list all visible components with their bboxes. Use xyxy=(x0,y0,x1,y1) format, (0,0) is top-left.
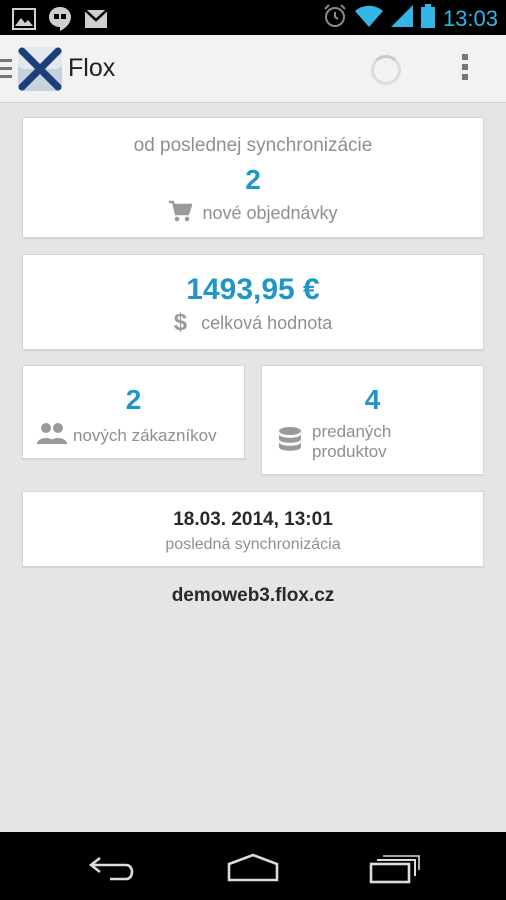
overflow-menu-icon[interactable] xyxy=(462,54,468,84)
products-count: 4 xyxy=(364,384,381,415)
clock: 13:03 xyxy=(442,5,498,31)
orders-caption: od poslednej synchronizácie xyxy=(133,135,373,156)
products-label-line1: predaných xyxy=(312,422,392,441)
hangouts-icon xyxy=(48,6,72,37)
dollar-icon: $ xyxy=(173,309,188,336)
recent-apps-icon[interactable] xyxy=(369,854,421,889)
alarm-icon xyxy=(323,4,347,33)
action-bar: Flox xyxy=(0,35,506,103)
back-icon[interactable] xyxy=(88,854,138,887)
users-icon xyxy=(37,422,67,449)
loading-spinner xyxy=(371,55,401,85)
new-orders-card[interactable]: od poslednej synchronizácie 2 nové objed… xyxy=(22,117,484,238)
cart-icon xyxy=(168,200,194,227)
navigation-drawer-icon[interactable] xyxy=(0,59,12,83)
gmail-icon xyxy=(84,9,108,34)
last-sync-card[interactable]: 18.03. 2014, 13:01 posledná synchronizác… xyxy=(22,491,484,567)
navigation-bar xyxy=(0,832,506,900)
sync-datetime: 18.03. 2014, 13:01 xyxy=(173,509,333,530)
total-amount: 1493,95 € xyxy=(186,273,320,306)
app-title: Flox xyxy=(68,54,116,82)
products-label-line2: produktov xyxy=(312,442,387,461)
orders-label: nové objednávky xyxy=(202,203,338,223)
flox-logo[interactable] xyxy=(18,47,62,91)
gallery-icon xyxy=(12,8,36,35)
wifi-icon xyxy=(354,5,383,32)
orders-count: 2 xyxy=(245,164,261,195)
sync-label: posledná synchronizácia xyxy=(165,536,341,553)
total-value-card[interactable]: 1493,95 € $ celková hodnota xyxy=(22,254,484,350)
sold-products-card[interactable]: 4 predaných produktov xyxy=(261,365,484,475)
database-icon xyxy=(278,426,302,458)
total-label: celková hodnota xyxy=(201,312,333,333)
signal-icon xyxy=(390,5,413,32)
home-icon[interactable] xyxy=(226,852,280,887)
customers-label: nových zákazníkov xyxy=(73,425,217,445)
customers-count: 2 xyxy=(125,384,142,415)
battery-icon xyxy=(420,4,435,33)
new-customers-card[interactable]: 2 nových zákazníkov xyxy=(22,365,245,459)
shop-domain: demoweb3.flox.cz xyxy=(171,585,335,606)
status-bar: 13:03 xyxy=(0,0,506,35)
